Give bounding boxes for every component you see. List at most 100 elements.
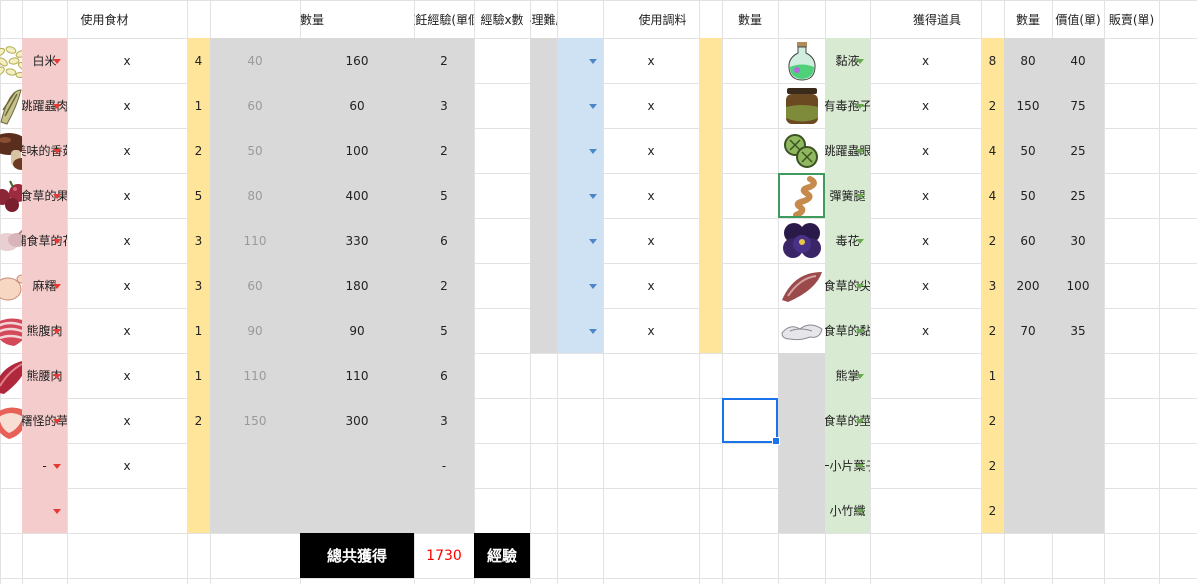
seasoning-dropdown[interactable] (557, 263, 603, 308)
dropdown-arrow-icon[interactable] (53, 328, 61, 334)
ingredient-dropdown[interactable]: 捕食草的花 (22, 218, 67, 263)
qty-input[interactable]: 5 (187, 173, 210, 218)
grid-line (0, 533, 1197, 534)
obtained-dropdown[interactable]: 毒花 (825, 218, 870, 263)
qty-input[interactable]: 1 (187, 353, 210, 398)
dropdown-arrow-icon[interactable] (856, 418, 864, 424)
qty-input[interactable]: 1 (187, 308, 210, 353)
dropdown-arrow-icon[interactable] (856, 463, 864, 469)
header-obtained_qty: 數量 (1004, 0, 1052, 38)
obtained-dropdown[interactable]: 跳躍蟲眼 (825, 128, 870, 173)
seasoning-qty-input[interactable] (699, 83, 722, 128)
obtained-dropdown[interactable]: 熊掌 (825, 353, 870, 398)
difficulty-cell: 2 (414, 38, 474, 83)
dropdown-arrow-icon[interactable] (856, 103, 864, 109)
difficulty-cell: 6 (414, 218, 474, 263)
dropdown-arrow-icon[interactable] (53, 373, 61, 379)
obtained-dropdown[interactable]: 小竹纖 (825, 488, 870, 533)
dropdown-arrow-icon[interactable] (589, 328, 597, 334)
dropdown-arrow-icon[interactable] (856, 148, 864, 154)
ingredient-dropdown[interactable]: 熊腰肉 (22, 353, 67, 398)
exp-total-value: 160 (345, 53, 369, 68)
obtained-dropdown[interactable]: 捕食草的尖牙 (825, 263, 870, 308)
qty-input[interactable]: 4 (187, 38, 210, 83)
ingredient-dropdown[interactable]: - (22, 443, 67, 488)
seasoning-qty-input[interactable] (699, 38, 722, 83)
seasoning-qty-input[interactable] (699, 218, 722, 263)
qty-value: 3 (194, 278, 203, 293)
seasoning-dropdown[interactable] (557, 38, 603, 83)
dropdown-arrow-icon[interactable] (589, 58, 597, 64)
ingredient-dropdown[interactable]: 跳躍蟲肉 (22, 83, 67, 128)
dropdown-arrow-icon[interactable] (856, 238, 864, 244)
dropdown-arrow-icon[interactable] (856, 58, 864, 64)
seasoning-qty-input[interactable] (699, 263, 722, 308)
dropdown-arrow-icon[interactable] (589, 103, 597, 109)
seasoning-icon-cell (530, 83, 557, 128)
obtained-qty-cell: 3 (981, 263, 1004, 308)
qty-input[interactable]: 3 (187, 263, 210, 308)
ingredient-dropdown[interactable]: 麻糬 (22, 263, 67, 308)
seasoning-qty-input[interactable] (699, 128, 722, 173)
dropdown-arrow-icon[interactable] (53, 463, 61, 469)
header-label: 使用食材 (80, 12, 129, 27)
obtained-dropdown[interactable]: 捕食草的黏液 (825, 308, 870, 353)
obtained-dropdown[interactable]: 有毒孢子 (825, 83, 870, 128)
dropdown-arrow-icon[interactable] (589, 283, 597, 289)
active-cell-selection[interactable] (722, 398, 780, 445)
dropdown-arrow-icon[interactable] (589, 238, 597, 244)
dropdown-arrow-icon[interactable] (856, 193, 864, 199)
obtained-qty-cell: 4 (981, 173, 1004, 218)
sell-cell: 35 (1052, 308, 1104, 353)
collaborator-cursor[interactable] (778, 173, 825, 218)
ingredient-dropdown[interactable]: 熊腹肉 (22, 308, 67, 353)
dropdown-arrow-icon[interactable] (856, 328, 864, 334)
seasoning-dropdown[interactable] (557, 308, 603, 353)
unit-exp-value: 60 (247, 98, 263, 113)
price-cell (1004, 443, 1052, 488)
seasoning-dropdown[interactable] (557, 83, 603, 128)
qty-input[interactable]: 1 (187, 83, 210, 128)
ingredient-dropdown[interactable]: 美味的香菇 (22, 128, 67, 173)
difficulty-value: 2 (440, 143, 448, 158)
fill-handle[interactable] (772, 437, 780, 445)
obtained-dropdown[interactable]: 黏液 (825, 38, 870, 83)
seasoning-qty-input[interactable] (699, 308, 722, 353)
seasoning-qty-input[interactable] (699, 173, 722, 218)
dropdown-arrow-icon[interactable] (53, 148, 61, 154)
multiply-x: x (123, 368, 131, 383)
ingredient-dropdown[interactable] (22, 488, 67, 533)
obtained-qty-value: 2 (988, 233, 997, 248)
seasoning-dropdown[interactable] (557, 128, 603, 173)
obtained-dropdown[interactable]: 一小片葉子 (825, 443, 870, 488)
qty-input[interactable] (187, 488, 210, 533)
dropdown-arrow-icon[interactable] (856, 373, 864, 379)
dropdown-arrow-icon[interactable] (589, 148, 597, 154)
dropdown-arrow-icon[interactable] (53, 58, 61, 64)
dropdown-arrow-icon[interactable] (589, 193, 597, 199)
seasoning-dropdown[interactable] (557, 218, 603, 263)
dropdown-arrow-icon[interactable] (856, 283, 864, 289)
obtained-dropdown[interactable]: 捕食草的莖塊 (825, 398, 870, 443)
strawberry-icon (0, 401, 22, 441)
qty-input[interactable] (187, 443, 210, 488)
dropdown-arrow-icon[interactable] (856, 508, 864, 514)
multiply-sign: x (870, 263, 981, 308)
price-value: 60 (1020, 233, 1036, 248)
dropdown-arrow-icon[interactable] (53, 103, 61, 109)
dropdown-arrow-icon[interactable] (53, 283, 61, 289)
ingredient-dropdown[interactable]: 麻糬怪的草莓 (22, 398, 67, 443)
ingredient-dropdown[interactable]: 白米 (22, 38, 67, 83)
seasoning-dropdown[interactable] (557, 173, 603, 218)
ingredient-dropdown[interactable]: 捕食草的果實 (22, 173, 67, 218)
qty-input[interactable]: 2 (187, 128, 210, 173)
dropdown-arrow-icon[interactable] (53, 418, 61, 424)
qty-input[interactable]: 2 (187, 398, 210, 443)
obtained-dropdown[interactable]: 彈簧腿 (825, 173, 870, 218)
dropdown-arrow-icon[interactable] (53, 238, 61, 244)
dropdown-arrow-icon[interactable] (53, 193, 61, 199)
dropdown-arrow-icon[interactable] (53, 508, 61, 514)
total-value: 1730 (414, 533, 474, 578)
qty-input[interactable]: 3 (187, 218, 210, 263)
header-sell: 販賣(單) (1104, 0, 1159, 38)
